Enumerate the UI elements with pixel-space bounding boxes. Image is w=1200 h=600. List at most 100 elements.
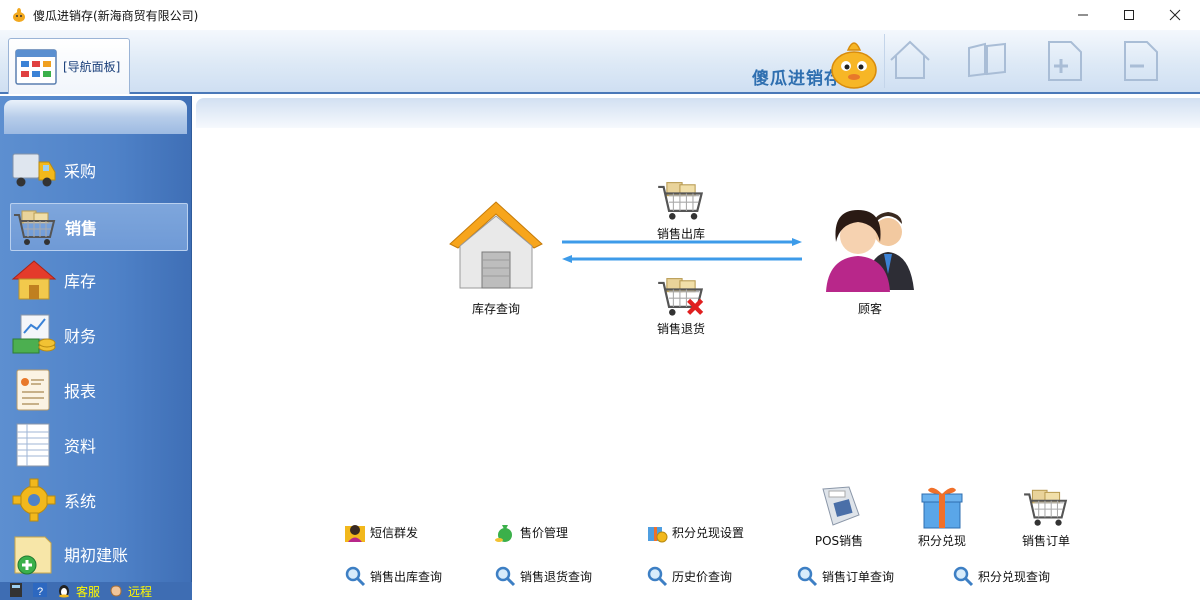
qq-penguin-icon xyxy=(56,582,72,600)
sales-order-query-link[interactable]: 销售订单查询 xyxy=(796,565,894,587)
window-title: 傻瓜进销存(新海商贸有限公司) xyxy=(33,8,199,23)
minimize-icon xyxy=(1077,9,1089,21)
sidebar-item-opening-accounts[interactable]: 期初建账 xyxy=(10,530,188,578)
search-icon xyxy=(796,565,818,587)
pos-terminal-icon xyxy=(813,484,865,530)
calculator-button[interactable] xyxy=(8,582,24,600)
dashboard-icon xyxy=(15,48,57,86)
points-redeem-button[interactable]: 积分兑现 xyxy=(902,484,982,549)
title-bar: 傻瓜进销存(新海商贸有限公司) xyxy=(0,0,1200,30)
add-window-button[interactable] xyxy=(1040,38,1088,84)
truck-icon xyxy=(10,146,58,194)
remove-window-button[interactable] xyxy=(1116,38,1164,84)
sidebar: 采购 销售 库存 财务 报表 资料 系统 期初建账 ? 客服 远程 xyxy=(0,96,192,600)
close-button[interactable] xyxy=(1152,0,1198,30)
sales-return-button[interactable] xyxy=(656,274,706,321)
price-management-label: 售价管理 xyxy=(520,525,569,540)
help-icon: ? xyxy=(32,582,48,600)
sales-return-query-link[interactable]: 销售退货查询 xyxy=(494,565,592,587)
windows-button[interactable] xyxy=(964,38,1012,84)
sidebar-item-label: 系统 xyxy=(64,492,97,511)
remote-assist-button[interactable]: 远程 xyxy=(108,582,152,600)
minimize-button[interactable] xyxy=(1060,0,1106,30)
help-button[interactable]: ? xyxy=(32,582,48,600)
sales-order-button[interactable]: 销售订单 xyxy=(1006,484,1086,549)
sms-broadcast-link[interactable]: 短信群发 xyxy=(344,521,418,543)
sidebar-footer: ? 客服 远程 xyxy=(0,582,192,600)
customer-label[interactable]: 顾客 xyxy=(830,300,910,317)
house-icon xyxy=(10,256,58,304)
money-bag-icon xyxy=(494,521,516,543)
toolbar: [导航面板] 傻瓜进销存 xyxy=(0,30,1200,94)
hand-icon xyxy=(108,582,124,600)
sales-return-query-label: 销售退货查询 xyxy=(520,569,593,584)
mascot-logo-icon xyxy=(826,34,882,90)
main-panel: 库存查询 销售出库 销售退货 顾客 短信群发 售价管理 积分兑现设置 POS销售… xyxy=(196,128,1200,600)
search-icon xyxy=(952,565,974,587)
sales-out-query-label: 销售出库查询 xyxy=(370,569,443,584)
points-redeem-query-label: 积分兑现查询 xyxy=(978,569,1051,584)
pos-sales-button[interactable]: POS销售 xyxy=(799,484,879,549)
customer-button[interactable] xyxy=(818,202,922,297)
warehouse-query-label[interactable]: 库存查询 xyxy=(456,300,536,317)
pos-sales-label: POS销售 xyxy=(814,534,864,548)
sidebar-item-reports[interactable]: 报表 xyxy=(10,366,188,414)
points-redeem-settings-label: 积分兑现设置 xyxy=(672,525,745,540)
sales-out-label[interactable]: 销售出库 xyxy=(641,225,721,242)
sidebar-item-finance[interactable]: 财务 xyxy=(10,311,188,359)
points-redeem-label: 积分兑现 xyxy=(917,534,966,548)
points-redeem-query-link[interactable]: 积分兑现查询 xyxy=(952,565,1050,587)
sidebar-item-sales[interactable]: 销售 xyxy=(10,203,188,251)
warehouse-icon xyxy=(446,201,546,297)
search-icon xyxy=(646,565,668,587)
maximize-button[interactable] xyxy=(1106,0,1152,30)
maximize-icon xyxy=(1123,9,1135,21)
sales-out-query-link[interactable]: 销售出库查询 xyxy=(344,565,442,587)
remove-window-icon xyxy=(1117,38,1163,85)
sidebar-item-purchase[interactable]: 采购 xyxy=(10,146,188,194)
price-history-query-label: 历史价查询 xyxy=(672,569,733,584)
home-icon xyxy=(887,38,933,85)
sidebar-item-label: 采购 xyxy=(64,162,97,181)
sidebar-item-label: 期初建账 xyxy=(64,546,129,565)
gift-box-icon xyxy=(916,484,968,530)
sales-order-query-label: 销售订单查询 xyxy=(822,569,895,584)
sidebar-item-label: 销售 xyxy=(65,219,98,238)
svg-text:?: ? xyxy=(37,586,43,598)
app-logo-icon xyxy=(11,7,27,23)
gift-settings-icon xyxy=(646,521,668,543)
sales-out-button[interactable] xyxy=(656,178,706,225)
points-redeem-settings-link[interactable]: 积分兑现设置 xyxy=(646,521,744,543)
customer-service-label: 客服 xyxy=(76,584,101,599)
cart-icon xyxy=(656,182,706,225)
gear-icon xyxy=(10,476,58,524)
sales-return-label[interactable]: 销售退货 xyxy=(641,320,721,337)
sidebar-item-label: 库存 xyxy=(64,272,97,291)
sms-broadcast-label: 短信群发 xyxy=(370,525,419,540)
price-management-link[interactable]: 售价管理 xyxy=(494,521,568,543)
folder-add-icon xyxy=(10,530,58,578)
price-history-query-link[interactable]: 历史价查询 xyxy=(646,565,732,587)
nav-panel-tab[interactable]: [导航面板] xyxy=(8,38,130,94)
sidebar-item-system[interactable]: 系统 xyxy=(10,476,188,524)
sidebar-item-inventory[interactable]: 库存 xyxy=(10,256,188,304)
cart-icon xyxy=(1020,484,1072,530)
sms-user-icon xyxy=(344,521,366,543)
calculator-icon xyxy=(8,582,24,600)
cart-icon xyxy=(11,203,59,251)
customer-service-button[interactable]: 客服 xyxy=(56,582,100,600)
close-icon xyxy=(1169,9,1181,21)
nav-panel-tab-label: [导航面板] xyxy=(63,60,121,74)
sidebar-item-data[interactable]: 资料 xyxy=(10,421,188,469)
warehouse-button[interactable] xyxy=(446,198,546,297)
sidebar-header xyxy=(4,100,187,134)
windows-icon xyxy=(965,38,1011,85)
report-icon xyxy=(10,366,58,414)
document-icon xyxy=(10,421,58,469)
search-icon xyxy=(344,565,366,587)
sidebar-item-label: 资料 xyxy=(64,437,97,456)
sidebar-item-label: 报表 xyxy=(64,382,97,401)
cart-return-icon xyxy=(656,278,706,321)
home-button[interactable] xyxy=(886,38,934,84)
remote-assist-label: 远程 xyxy=(128,584,153,599)
